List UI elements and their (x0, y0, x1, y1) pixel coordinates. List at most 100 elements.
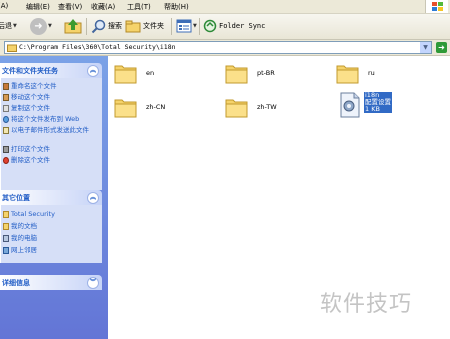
folder-sync-button[interactable]: Folder Sync (203, 17, 265, 35)
folder-icon (7, 44, 17, 52)
place-network[interactable]: 网上邻居 (3, 246, 37, 254)
menu-file[interactable]: (A) (0, 2, 8, 10)
forward-arrow-icon: ➜ (30, 17, 47, 35)
other-places-panel: 其它位置 ︽ Total Security 我的文档 我的电脑 网上邻居 (0, 190, 102, 263)
chevron-up-icon[interactable]: ︽ (87, 65, 99, 77)
task-email[interactable]: 以电子邮件形式发送此文件 (3, 126, 99, 134)
details-header[interactable]: 详细信息 ︾ (0, 275, 102, 290)
forward-button[interactable]: ➜ ▼ (30, 17, 52, 35)
folder-item-en[interactable]: en (114, 62, 154, 84)
other-places-title: 其它位置 (2, 194, 30, 202)
copy-icon (3, 105, 9, 112)
folder-item-zh-cn[interactable]: zh-CN (114, 96, 165, 118)
address-bar: C:\Program Files\360\Total Security\i18n… (0, 40, 450, 56)
place-total-security[interactable]: Total Security (3, 210, 55, 218)
place-label: 网上邻居 (11, 246, 37, 254)
place-label: 我的电脑 (11, 234, 37, 242)
menu-favorites[interactable]: 收藏(A) (91, 2, 115, 12)
back-button[interactable]: 后退 ▼ (0, 17, 17, 35)
task-label: 删除这个文件 (11, 156, 50, 164)
windows-logo-icon (425, 0, 448, 13)
details-panel: 详细信息 ︾ (0, 275, 102, 290)
file-selection: i18n 配置设置 1 KB (364, 92, 392, 113)
config-file-icon (340, 92, 360, 118)
folder-icon (336, 65, 359, 84)
printer-icon (3, 146, 9, 153)
views-icon (176, 19, 192, 33)
task-copy[interactable]: 复制这个文件 (3, 104, 50, 112)
address-input[interactable]: C:\Program Files\360\Total Security\i18n… (4, 41, 432, 54)
file-list: en pt-BR ru zh-CN zh-TW i18n 配置设置 1 KB 软… (108, 56, 450, 339)
menu-tools[interactable]: 工具(T) (127, 2, 151, 12)
toolbar: 后退 ▼ ➜ ▼ 搜索 文件夹 ▼ Folder Sync (0, 14, 450, 40)
task-delete[interactable]: 删除这个文件 (3, 156, 50, 164)
folder-name: ru (368, 69, 375, 77)
folder-item-zh-tw[interactable]: zh-TW (225, 96, 277, 118)
chevron-down-icon[interactable]: ︾ (87, 277, 99, 289)
up-folder-icon (64, 19, 82, 34)
folders-label: 文件夹 (143, 22, 164, 30)
go-arrow-icon[interactable]: ➜ (436, 42, 447, 53)
address-dropdown-icon[interactable]: ▼ (420, 42, 431, 53)
up-folder-button[interactable] (64, 17, 82, 35)
task-move[interactable]: 移动这个文件 (3, 93, 50, 101)
computer-icon (3, 235, 9, 242)
folders-icon (125, 20, 141, 33)
place-my-documents[interactable]: 我的文档 (3, 222, 37, 230)
address-path: C:\Program Files\360\Total Security\i18n (19, 43, 176, 51)
task-pane: 文件和文件夹任务 ︽ 重命名这个文件 移动这个文件 复制这个文件 将这个文件发布… (0, 56, 108, 339)
file-tasks-header[interactable]: 文件和文件夹任务 ︽ (0, 63, 102, 78)
folder-name: zh-TW (257, 103, 277, 111)
delete-icon (3, 157, 9, 164)
place-my-computer[interactable]: 我的电脑 (3, 234, 37, 242)
network-icon (3, 247, 9, 254)
toolbar-separator (199, 18, 200, 35)
task-print[interactable]: 打印这个文件 (3, 145, 50, 153)
menu-edit[interactable]: 编辑(E) (26, 2, 50, 12)
chevron-up-icon[interactable]: ︽ (87, 192, 99, 204)
folder-icon (114, 99, 137, 118)
folder-icon (3, 211, 9, 218)
views-dropdown-icon[interactable]: ▼ (193, 23, 197, 29)
search-label: 搜索 (108, 22, 122, 30)
details-title: 详细信息 (2, 279, 30, 287)
other-places-header[interactable]: 其它位置 ︽ (0, 190, 102, 205)
task-label: 以电子邮件形式发送此文件 (11, 126, 89, 134)
menu-bar: (A) 编辑(E) 查看(V) 收藏(A) 工具(T) 帮助(H) (0, 0, 450, 14)
folder-item-ru[interactable]: ru (336, 62, 375, 84)
file-tasks-title: 文件和文件夹任务 (2, 67, 58, 75)
folder-icon (225, 99, 248, 118)
toolbar-separator (171, 18, 172, 35)
folder-name: pt-BR (257, 69, 275, 77)
documents-icon (3, 223, 9, 230)
back-label: 后退 (0, 22, 12, 30)
menu-help[interactable]: 帮助(H) (164, 2, 189, 12)
folder-item-pt-br[interactable]: pt-BR (225, 62, 275, 84)
back-dropdown-icon[interactable]: ▼ (13, 23, 17, 29)
globe-icon (3, 116, 9, 123)
file-size: 1 KB (365, 105, 380, 113)
task-label: 重命名这个文件 (11, 82, 57, 90)
move-icon (3, 94, 9, 101)
watermark-text: 软件技巧 (320, 292, 413, 317)
task-label: 移动这个文件 (11, 93, 50, 101)
folder-icon (225, 65, 248, 84)
task-label: 复制这个文件 (11, 104, 50, 112)
task-publish-web[interactable]: 将这个文件发布到 Web (3, 115, 79, 123)
folder-name: zh-CN (146, 103, 166, 111)
menu-view[interactable]: 查看(V) (58, 2, 82, 12)
file-tasks-panel: 文件和文件夹任务 ︽ 重命名这个文件 移动这个文件 复制这个文件 将这个文件发布… (0, 63, 102, 190)
sync-icon (203, 19, 217, 33)
task-rename[interactable]: 重命名这个文件 (3, 82, 57, 90)
email-icon (3, 127, 9, 134)
task-label: 打印这个文件 (11, 145, 50, 153)
file-item-i18n[interactable]: i18n 配置设置 1 KB (338, 92, 392, 118)
forward-dropdown-icon[interactable]: ▼ (48, 23, 52, 29)
place-label: 我的文档 (11, 222, 37, 230)
folders-button[interactable]: 文件夹 (125, 17, 164, 35)
folder-name: en (146, 69, 155, 77)
task-label: 将这个文件发布到 Web (11, 115, 80, 123)
file-tasks-body: 重命名这个文件 移动这个文件 复制这个文件 将这个文件发布到 Web 以电子邮件… (0, 78, 102, 190)
search-button[interactable]: 搜索 (91, 17, 122, 35)
views-button[interactable]: ▼ (176, 17, 197, 35)
